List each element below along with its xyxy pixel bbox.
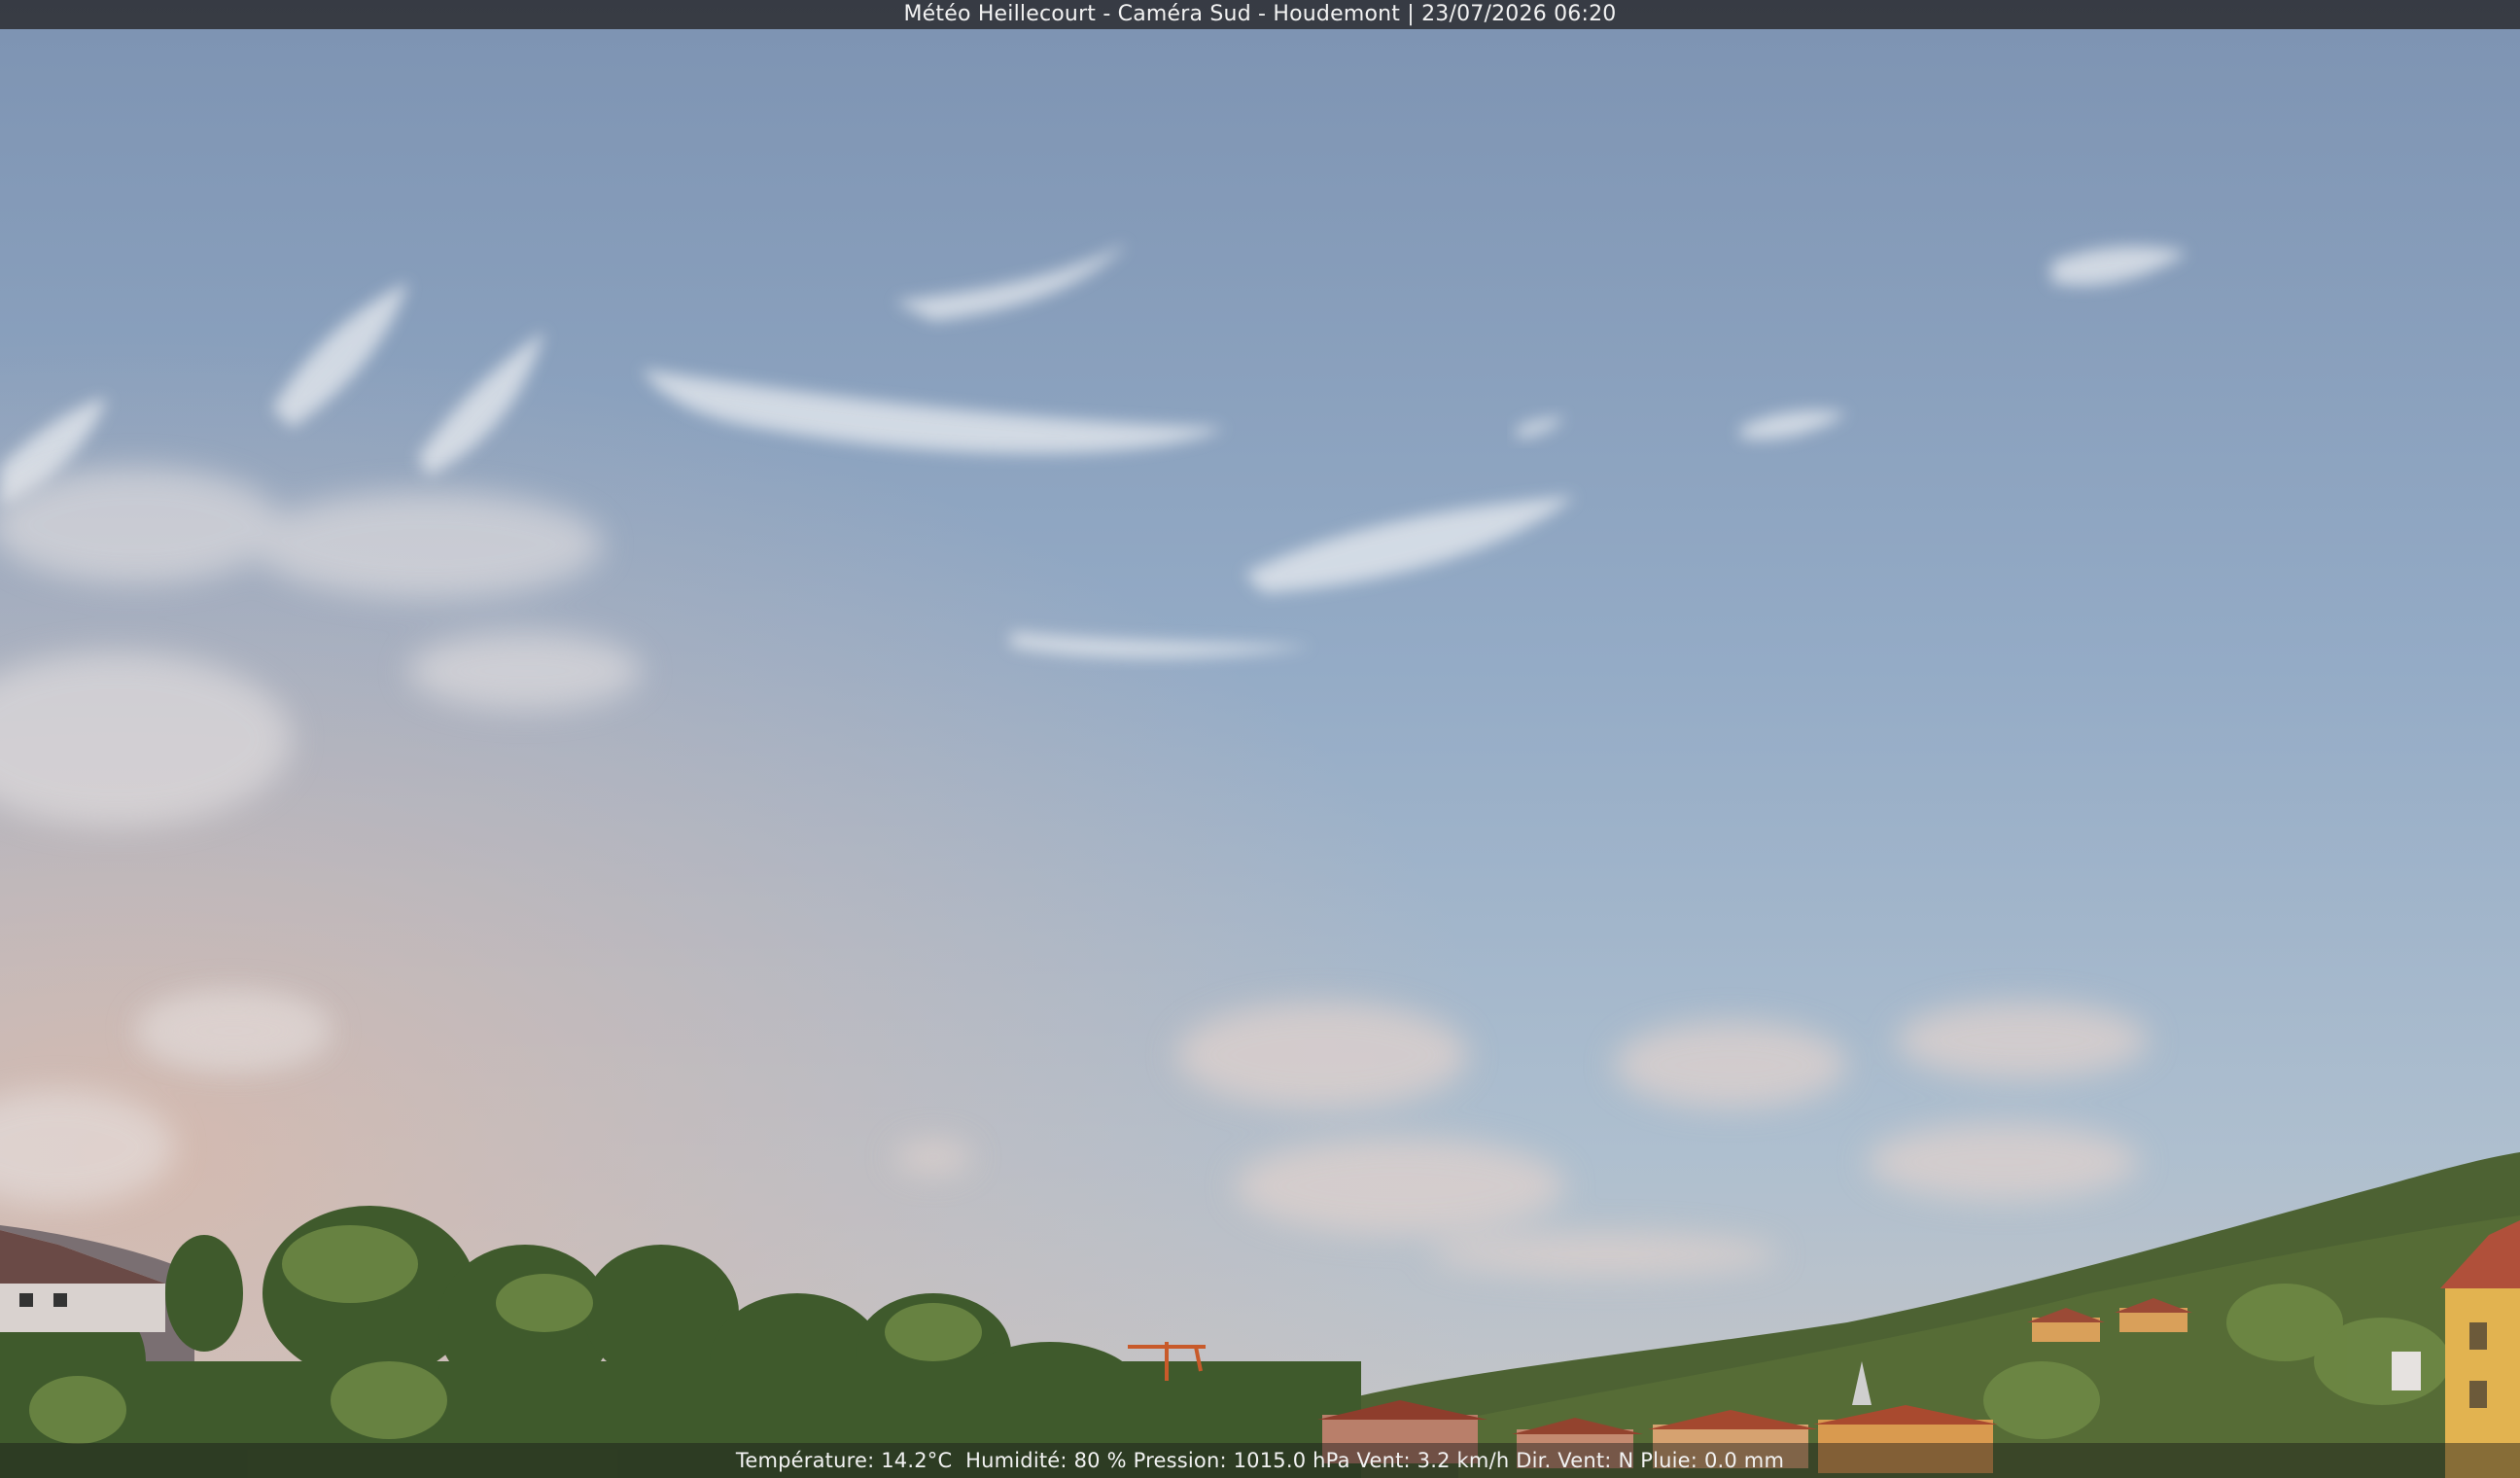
webcam-frame: Météo Heillecourt - Caméra Sud - Houdemo… xyxy=(0,0,2520,1478)
webcam-image xyxy=(0,0,2520,1478)
camera-caption: Météo Heillecourt - Caméra Sud - Houdemo… xyxy=(0,0,2520,29)
weather-readout: Température: 14.2°C Humidité: 80 % Press… xyxy=(0,1443,2520,1478)
